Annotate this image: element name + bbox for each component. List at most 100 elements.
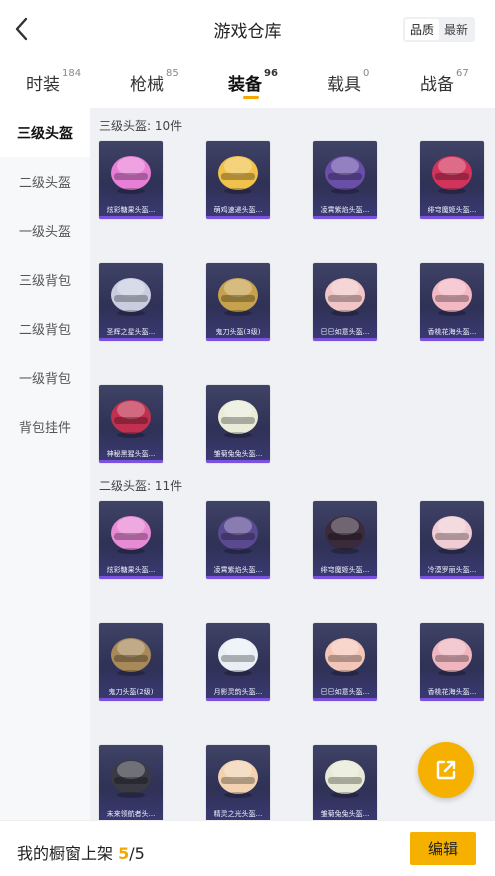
sidebar-item-level1-helmet[interactable]: 一级头盔 <box>0 206 90 255</box>
item-card[interactable]: 冷漠罗丽头盔... <box>420 501 484 579</box>
item-name: 精灵之光头盔... <box>213 810 263 818</box>
helmet-icon <box>325 516 365 554</box>
item-card[interactable]: 绯穹魔姬头盔... <box>420 141 484 219</box>
tab-label: 时装 <box>26 75 60 95</box>
helmet-icon <box>218 516 258 554</box>
item-card[interactable]: 未来领航者头... <box>99 745 163 820</box>
tab-count: 0 <box>363 68 370 79</box>
helmet-icon <box>218 400 258 438</box>
tab-count: 85 <box>166 68 179 79</box>
item-name: 冷漠罗丽头盔... <box>427 566 477 574</box>
item-name: 巳巳如意头盔... <box>320 328 370 336</box>
item-card[interactable]: 鬼刀头盔(3级) <box>206 263 270 341</box>
item-name: 香桃花海头盔... <box>427 328 477 336</box>
helmet-icon <box>325 760 365 798</box>
header: 游戏仓库 品质 最新 <box>0 0 495 58</box>
item-name: 鬼刀头盔(2级) <box>108 688 154 696</box>
sort-toggle[interactable]: 品质 最新 <box>403 17 475 42</box>
section-title: 二级头盔: 11件 <box>99 479 183 493</box>
helmet-icon <box>218 156 258 194</box>
item-name: 鬼刀头盔(3级) <box>215 328 261 336</box>
item-card[interactable]: 雏菊兔兔头盔... <box>313 745 377 820</box>
item-card[interactable]: 香桃花海头盔... <box>420 623 484 701</box>
item-card[interactable]: 凌霄紫焰头盔... <box>206 501 270 579</box>
helmet-icon <box>111 516 151 554</box>
item-card[interactable]: 凌霄紫焰头盔... <box>313 141 377 219</box>
edit-button[interactable]: 编辑 <box>410 832 476 865</box>
tab-label: 载具 <box>327 75 361 95</box>
item-grid: 三级头盔: 10件炫彩糖果头盔... 萌鸡速递头盔... 凌霄紫焰头盔... 绯穹魔姬… <box>90 108 495 820</box>
item-card[interactable]: 精灵之光头盔... <box>206 745 270 820</box>
tab-vehicles[interactable]: 载具0 <box>327 68 370 95</box>
sidebar-item-level2-helmet[interactable]: 二级头盔 <box>0 157 90 206</box>
helmet-icon <box>325 638 365 676</box>
helmet-icon <box>111 400 151 438</box>
tab-supplies[interactable]: 战备67 <box>420 68 469 95</box>
item-card[interactable]: 萌鸡速递头盔... <box>206 141 270 219</box>
item-name: 雏菊兔兔头盔... <box>320 810 370 818</box>
helmet-icon <box>111 760 151 798</box>
item-card[interactable]: 鬼刀头盔(2级) <box>99 623 163 701</box>
item-card[interactable]: 月影灵韵头盔... <box>206 623 270 701</box>
tab-count: 184 <box>62 68 82 79</box>
item-card[interactable]: 绯穹魔姬头盔... <box>313 501 377 579</box>
item-name: 月影灵韵头盔... <box>213 688 263 696</box>
showcase-label: 我的橱窗上架 <box>17 844 114 863</box>
item-name: 炫彩糖果头盔... <box>106 206 156 214</box>
tab-label: 装备 <box>228 75 262 95</box>
item-card[interactable]: 巳巳如意头盔... <box>313 263 377 341</box>
active-tab-indicator <box>243 96 259 99</box>
helmet-icon <box>325 156 365 194</box>
item-name: 绯穹魔姬头盔... <box>320 566 370 574</box>
tab-guns[interactable]: 枪械85 <box>130 68 179 95</box>
sidebar-item-level2-backpack[interactable]: 二级背包 <box>0 304 90 353</box>
item-name: 凌霄紫焰头盔... <box>213 566 263 574</box>
showcase-current-count: 5 <box>118 844 130 863</box>
item-name: 凌霄紫焰头盔... <box>320 206 370 214</box>
external-link-icon <box>436 760 456 780</box>
tab-label: 战备 <box>420 75 454 95</box>
tab-count: 96 <box>264 68 278 79</box>
helmet-icon <box>432 638 472 676</box>
tab-equipment[interactable]: 装备96 <box>228 68 278 95</box>
helmet-icon <box>111 638 151 676</box>
sidebar-item-backpack-charm[interactable]: 背包挂件 <box>0 402 90 451</box>
item-name: 炫彩糖果头盔... <box>106 566 156 574</box>
item-name: 未来领航者头... <box>106 810 156 818</box>
share-button[interactable] <box>418 742 474 798</box>
showcase-total-count: /5 <box>129 844 145 863</box>
category-tabs: 时装184 枪械85 装备96 载具0 战备67 <box>0 58 495 108</box>
helmet-icon <box>111 278 151 316</box>
helmet-icon <box>432 516 472 554</box>
sidebar-item-level1-backpack[interactable]: 一级背包 <box>0 353 90 402</box>
item-name: 绯穹魔姬头盔... <box>427 206 477 214</box>
helmet-icon <box>432 278 472 316</box>
item-card[interactable]: 圣辉之星头盔... <box>99 263 163 341</box>
helmet-icon <box>218 760 258 798</box>
showcase-status: 我的橱窗上架 5/5 <box>17 840 145 864</box>
item-name: 香桃花海头盔... <box>427 688 477 696</box>
sidebar-item-level3-helmet[interactable]: 三级头盔 <box>0 108 90 157</box>
helmet-icon <box>218 278 258 316</box>
helmet-icon <box>111 156 151 194</box>
item-card[interactable]: 雏菊兔兔头盔... <box>206 385 270 463</box>
helmet-icon <box>432 156 472 194</box>
tab-count: 67 <box>456 68 469 79</box>
sort-option-newest[interactable]: 最新 <box>439 19 473 40</box>
showcase-footer: 我的橱窗上架 5/5 编辑 <box>0 820 495 876</box>
sort-option-quality[interactable]: 品质 <box>405 19 439 40</box>
sidebar-item-level3-backpack[interactable]: 三级背包 <box>0 255 90 304</box>
item-card[interactable]: 炫彩糖果头盔... <box>99 501 163 579</box>
helmet-icon <box>218 638 258 676</box>
item-name: 圣辉之星头盔... <box>106 328 156 336</box>
item-name: 巳巳如意头盔... <box>320 688 370 696</box>
helmet-icon <box>325 278 365 316</box>
item-card[interactable]: 神秘黑猩头盔... <box>99 385 163 463</box>
item-card[interactable]: 巳巳如意头盔... <box>313 623 377 701</box>
item-card[interactable]: 香桃花海头盔... <box>420 263 484 341</box>
item-name: 雏菊兔兔头盔... <box>213 450 263 458</box>
section-title: 三级头盔: 10件 <box>99 119 183 133</box>
item-card[interactable]: 炫彩糖果头盔... <box>99 141 163 219</box>
item-name: 萌鸡速递头盔... <box>213 206 263 214</box>
tab-fashion[interactable]: 时装184 <box>26 68 82 95</box>
